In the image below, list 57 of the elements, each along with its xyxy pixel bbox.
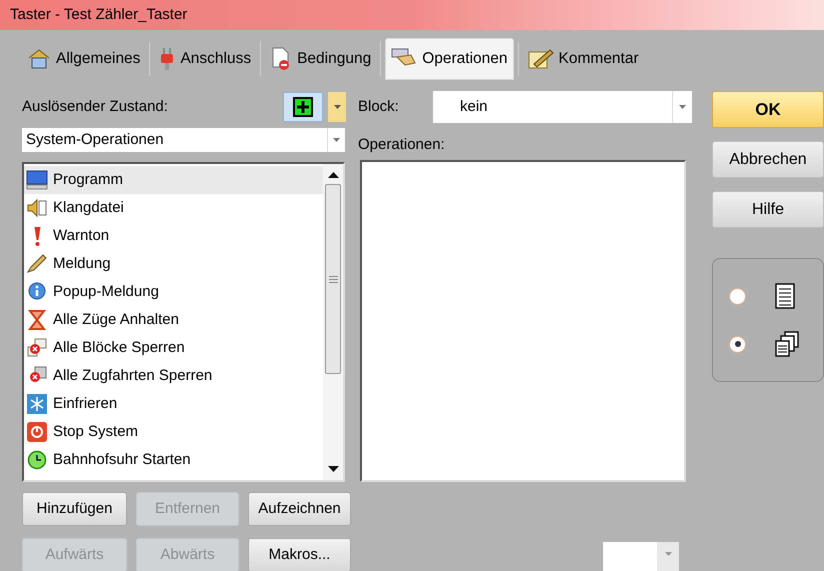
block-dropdown[interactable]: kein: [433, 91, 692, 123]
radio-button[interactable]: [729, 288, 746, 304]
grip-icon: [328, 276, 338, 282]
list-icon: [774, 283, 796, 309]
plus-icon: [293, 97, 313, 117]
trigger-state-button[interactable]: [283, 92, 323, 122]
pencil-icon: [26, 254, 48, 274]
list-item[interactable]: Alle Blöcke Sperren: [24, 334, 323, 362]
trigger-label: Auslösender Zustand:: [22, 96, 169, 117]
scrollbar[interactable]: [323, 164, 343, 480]
list-action-button[interactable]: Hinzufügen: [22, 492, 127, 526]
tab[interactable]: Kommentar: [522, 38, 644, 80]
dialog-button[interactable]: OK: [712, 91, 824, 128]
dropdown-button[interactable]: [328, 92, 346, 122]
caret-icon: [334, 105, 340, 109]
pencil-note-icon: [528, 48, 554, 70]
list-item[interactable]: Klangdatei: [24, 194, 323, 222]
info-bubble-icon: [26, 282, 48, 302]
list-item[interactable]: Stop System: [24, 418, 323, 446]
caret-icon: [333, 138, 340, 142]
locked-blocks-icon: [26, 338, 48, 358]
tab[interactable]: Operationen: [385, 38, 514, 80]
list-action-button[interactable]: Makros...: [248, 538, 351, 571]
list-item[interactable]: Meldung: [24, 250, 323, 278]
category-dropdown[interactable]: System-Operationen: [22, 128, 345, 152]
tab[interactable]: Allgemeines: [22, 38, 146, 80]
list-item[interactable]: Einfrieren: [24, 390, 323, 418]
computer-icon: [26, 170, 48, 190]
list-item[interactable]: Alle Züge Anhalten: [24, 306, 323, 334]
window-title: Taster - Test Zähler_Taster: [10, 4, 188, 25]
list-item[interactable]: Programm: [24, 166, 323, 194]
clock-icon: [26, 450, 48, 470]
list-item[interactable]: Warnton: [24, 222, 323, 250]
radio-button[interactable]: [729, 336, 746, 352]
speaker-file-icon: [26, 198, 48, 218]
scroll-thumb[interactable]: [325, 184, 341, 374]
tab[interactable]: Bedingung: [265, 38, 376, 80]
power-icon: [26, 422, 48, 442]
list-item[interactable]: Popup-Meldung: [24, 278, 323, 306]
plug-icon: [159, 47, 176, 71]
list-item[interactable]: Alle Zugfahrten Sperren: [24, 362, 323, 390]
list-item[interactable]: Bahnhofsuhr Starten: [24, 446, 323, 474]
operations-label: Operationen:: [358, 135, 446, 154]
block-label: Block:: [358, 96, 400, 117]
house-icon: [27, 48, 51, 70]
dialog-button[interactable]: Abbrechen: [712, 141, 824, 178]
dialog-button[interactable]: Hilfe: [712, 191, 824, 228]
snowflake-icon: [26, 394, 48, 414]
exclamation-icon: [34, 226, 40, 246]
caret-icon: [679, 105, 686, 109]
stacked-pages-icon: [774, 331, 800, 357]
hourglass-icon: [26, 310, 48, 330]
list-action-button[interactable]: Aufzeichnen: [248, 492, 351, 526]
scroll-up-icon[interactable]: [328, 172, 338, 178]
tab[interactable]: Anschluss: [154, 38, 256, 80]
caret-icon: [664, 552, 672, 556]
scroll-down-icon[interactable]: [328, 466, 338, 472]
